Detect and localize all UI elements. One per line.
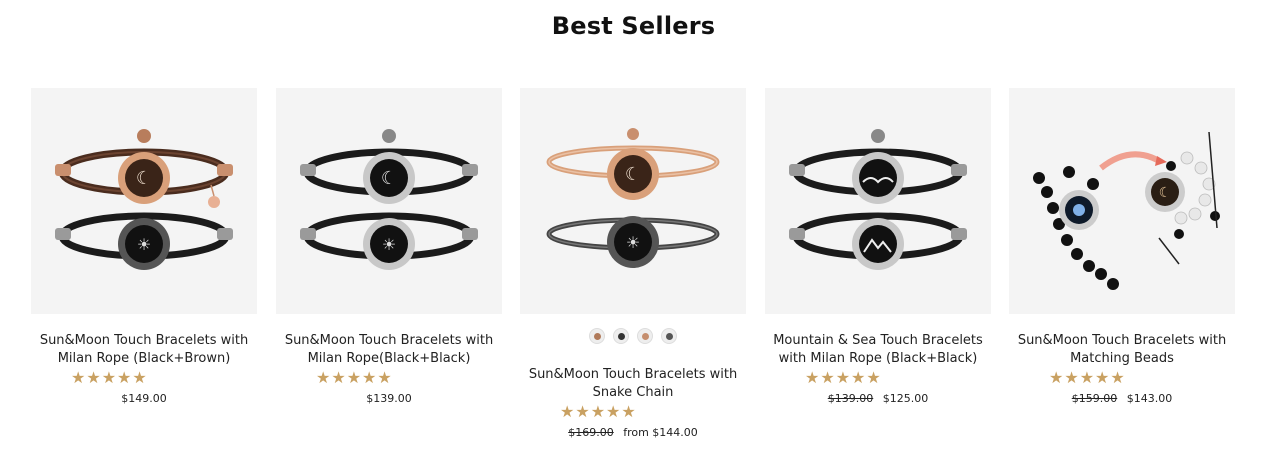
current-price: $143.00	[1126, 392, 1173, 405]
svg-text:☾: ☾	[625, 164, 641, 185]
product-card: Mountain & Sea Touch Bracelets with Mila…	[765, 88, 991, 405]
bracelet-pair-mountain-sea-icon	[789, 129, 967, 270]
color-swatch[interactable]	[661, 328, 677, 344]
bracelet-pair-beads-icon: ☾	[1033, 131, 1220, 290]
product-title-link[interactable]: Mountain & Sea Touch Bracelets with Mila…	[765, 332, 991, 368]
rating-stars: ★★★★★	[560, 404, 637, 421]
svg-text:☾: ☾	[136, 168, 152, 189]
price: $149.00	[31, 392, 257, 405]
original-price: $139.00	[827, 392, 874, 405]
product-card: ☾ Sun&Moon Touch Bracelets with Matching…	[1009, 88, 1235, 405]
current-price: $139.00	[366, 392, 412, 405]
product-image-link[interactable]	[765, 88, 991, 314]
rating-stars: ★★★★★	[316, 370, 393, 387]
rating-stars: ★★★★★	[805, 370, 882, 387]
product-title-link[interactable]: Sun&Moon Touch Bracelets with Matching B…	[1009, 332, 1235, 368]
bracelet-pair-black-black-icon: ☾ ☀	[300, 129, 478, 270]
product-image-link[interactable]: ☾	[1009, 88, 1235, 314]
product-title-link[interactable]: Sun&Moon Touch Bracelets with Milan Rope…	[31, 332, 257, 368]
svg-text:☀: ☀	[626, 233, 640, 252]
product-card: ☾ ☀ Sun&Moon Touch Bracelets with Milan …	[276, 88, 502, 405]
current-price: from $144.00	[623, 426, 698, 439]
current-price: $149.00	[121, 392, 167, 405]
color-swatch[interactable]	[589, 328, 605, 344]
product-card: ☾ ☀ Sun&Moon Touch Bracelets with Snake …	[520, 88, 746, 439]
product-title-link[interactable]: Sun&Moon Touch Bracelets with Milan Rope…	[276, 332, 502, 368]
product-title-link[interactable]: Sun&Moon Touch Bracelets with Snake Chai…	[520, 366, 746, 402]
bracelet-pair-snake-chain-icon: ☾ ☀	[546, 128, 720, 268]
section-title: Best Sellers	[551, 12, 716, 40]
price: $139.00 $125.00	[765, 392, 991, 405]
color-swatch[interactable]	[637, 328, 653, 344]
original-price: $159.00	[1071, 392, 1118, 405]
svg-text:☀: ☀	[382, 235, 396, 254]
rating-stars: ★★★★★	[71, 370, 148, 387]
price: $159.00 $143.00	[1009, 392, 1235, 405]
rating-stars: ★★★★★	[1049, 370, 1126, 387]
product-image-link[interactable]: ☾ ☀	[520, 88, 746, 314]
product-image-link[interactable]: ☾ ☀	[31, 88, 257, 314]
svg-text:☀: ☀	[137, 235, 151, 254]
product-card: ☾ ☀ Sun&Moon Touch Bracelets with Milan …	[31, 88, 257, 405]
svg-text:☾: ☾	[1159, 185, 1172, 201]
original-price: $169.00	[568, 426, 614, 439]
product-image-link[interactable]: ☾ ☀	[276, 88, 502, 314]
price: $139.00	[276, 392, 502, 405]
color-swatch[interactable]	[613, 328, 629, 344]
bracelet-pair-brown-black-icon: ☾ ☀	[55, 129, 233, 270]
color-swatches	[520, 324, 746, 348]
current-price: $125.00	[882, 392, 929, 405]
svg-text:☾: ☾	[381, 168, 397, 189]
price: $169.00 from $144.00	[520, 426, 746, 439]
